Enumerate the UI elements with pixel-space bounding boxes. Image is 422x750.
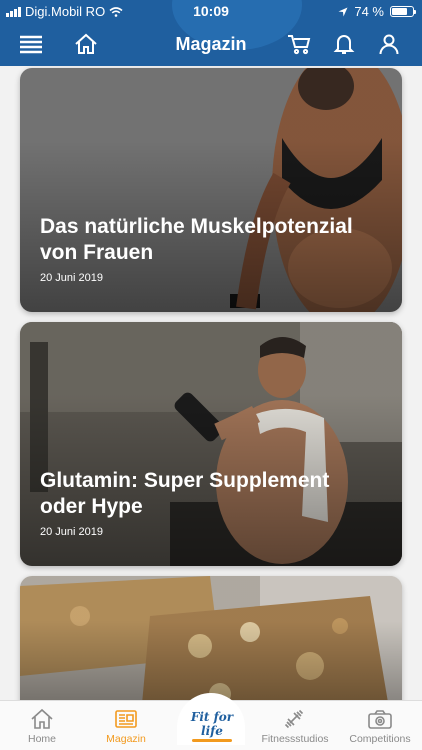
fitforlife-logo[interactable]: Fit for life [188, 710, 236, 742]
bell-icon[interactable] [331, 32, 357, 56]
article-card[interactable]: Glutamin: Super Supplement oder Hype 20 … [20, 322, 402, 566]
article-date: 20 Juni 2019 [40, 272, 103, 284]
tab-label: Fitnessstudios [261, 733, 329, 745]
tab-label: Magazin [106, 733, 146, 745]
tab-home[interactable]: Home [0, 701, 84, 750]
tab-label: Competitions [349, 733, 411, 745]
article-title[interactable]: Glutamin: Super Supplement oder Hype [40, 468, 372, 520]
app-header: Magazin [0, 22, 422, 66]
magazine-icon [115, 710, 137, 728]
tab-competitions[interactable]: Competitions [338, 701, 422, 750]
top-bar: Digi.Mobil RO 10:09 74 % Magazin [0, 0, 422, 66]
tab-magazin[interactable]: Magazin [84, 701, 168, 750]
article-date: 20 Juni 2019 [40, 526, 103, 538]
page-title: Magazin [175, 34, 247, 54]
camera-icon [368, 710, 392, 729]
battery-percent: 74 % [354, 4, 384, 19]
article-feed[interactable]: Das natürliche Muskelpotenzial von Fraue… [0, 66, 422, 700]
logo-text: Fit for life [190, 710, 234, 738]
location-icon [338, 7, 348, 16]
tab-label: Home [27, 733, 56, 745]
tab-fitnessstudios[interactable]: Fitnessstudios [253, 701, 337, 750]
article-title[interactable]: Das natürliche Muskelpotenzial von Fraue… [40, 214, 372, 266]
article-card[interactable]: Das natürliche Muskelpotenzial von Fraue… [20, 68, 402, 312]
user-icon[interactable] [376, 32, 402, 56]
battery-icon [390, 6, 416, 17]
status-bar: Digi.Mobil RO 10:09 74 % [0, 0, 422, 22]
logo-swoosh [192, 739, 232, 742]
article-card[interactable] [20, 576, 402, 700]
image-overlay [20, 576, 402, 700]
home-icon [31, 708, 53, 729]
cart-icon[interactable] [286, 32, 312, 56]
dumbbell-icon [284, 709, 304, 729]
